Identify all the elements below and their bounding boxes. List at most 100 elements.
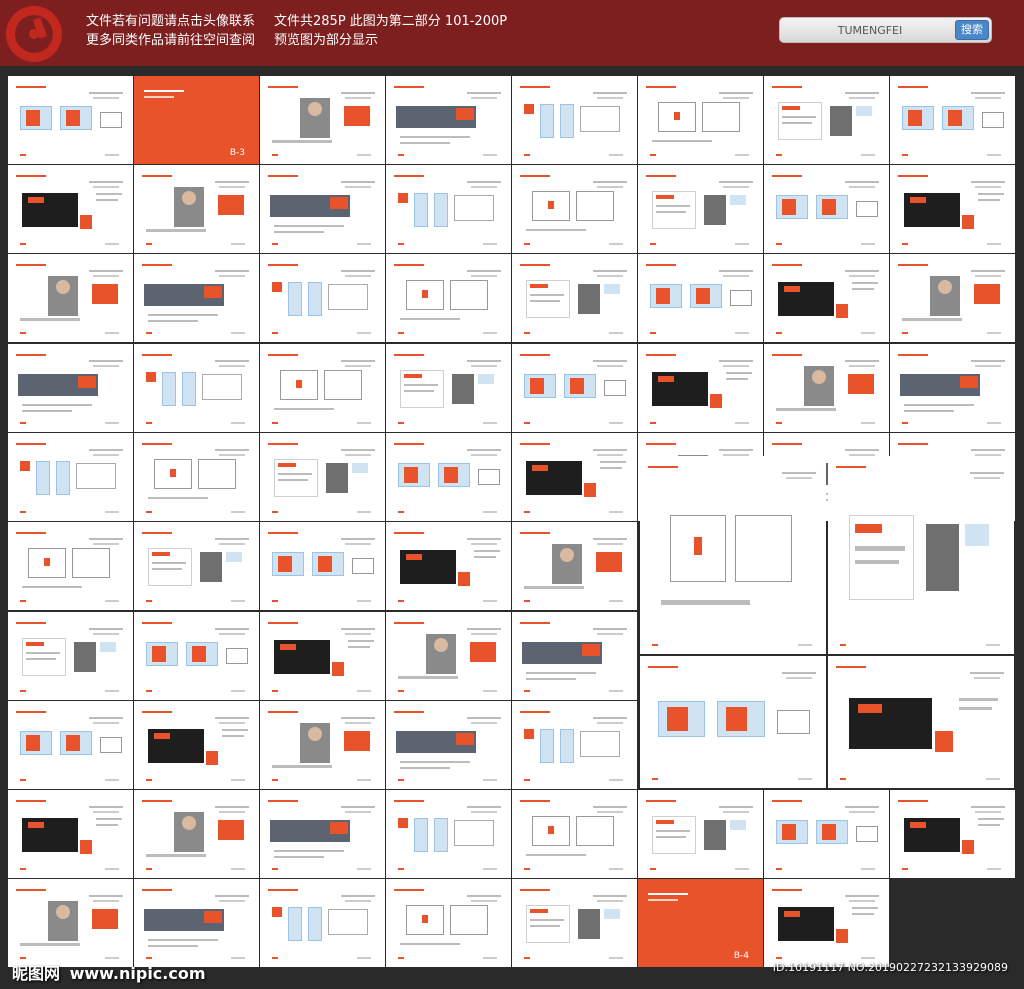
page-number-rule [105, 332, 119, 334]
sheet-thumbnail[interactable] [638, 165, 763, 253]
sheet-thumbnail[interactable] [386, 165, 511, 253]
sheet-thumbnail[interactable] [890, 165, 1015, 253]
mockup-panel [434, 193, 448, 227]
sheet-thumbnail[interactable] [512, 344, 637, 432]
sheet-thumbnail[interactable] [386, 790, 511, 878]
sheet-thumbnail[interactable] [8, 344, 133, 432]
sheet-thumbnail[interactable] [386, 522, 511, 610]
sheet-thumbnail[interactable] [512, 879, 637, 967]
sheet-large[interactable] [828, 456, 1014, 654]
sheet-thumbnail[interactable] [134, 701, 259, 789]
sheet-thumbnail[interactable] [890, 344, 1015, 432]
sheet-thumbnail[interactable] [386, 701, 511, 789]
search-input[interactable] [786, 21, 954, 39]
sheet-thumbnail[interactable] [764, 76, 889, 164]
sheet-thumbnail[interactable] [512, 76, 637, 164]
sheet-thumbnail[interactable] [386, 879, 511, 967]
sheet-thumbnail[interactable] [386, 433, 511, 521]
sheet-thumbnail[interactable] [638, 790, 763, 878]
sheet-thumbnail[interactable] [260, 433, 385, 521]
sheet-large[interactable] [640, 656, 826, 788]
sheet-thumbnail[interactable] [512, 522, 637, 610]
page-header-rule [772, 175, 802, 177]
sheet-thumbnail[interactable] [260, 612, 385, 700]
sheet-thumbnail[interactable] [260, 254, 385, 342]
sheet-thumbnail[interactable] [260, 344, 385, 432]
page-title-rule [215, 360, 249, 362]
text-rule [852, 282, 878, 284]
page-subtitle-rule [219, 543, 245, 545]
page-title-rule [719, 181, 753, 183]
sheet-thumbnail[interactable] [134, 433, 259, 521]
sheet-thumbnail[interactable] [512, 701, 637, 789]
sheet-thumbnail[interactable] [8, 76, 133, 164]
sheet-thumbnail[interactable]: B-3 [134, 76, 259, 164]
sheet-thumbnail[interactable] [890, 790, 1015, 878]
laptop-outline [982, 112, 1004, 128]
sheet-thumbnail[interactable] [260, 165, 385, 253]
text-rule [152, 568, 182, 570]
sheet-thumbnail[interactable] [8, 165, 133, 253]
sheet-thumbnail[interactable] [512, 433, 637, 521]
sheet-thumbnail[interactable] [638, 254, 763, 342]
sheet-thumbnail[interactable] [764, 344, 889, 432]
sheet-thumbnail[interactable] [8, 701, 133, 789]
sheet-thumbnail[interactable] [134, 344, 259, 432]
search-button[interactable]: 搜索 [955, 20, 989, 40]
sheet-thumbnail[interactable] [134, 165, 259, 253]
page-number-rule [231, 422, 245, 424]
mockup-panel [434, 818, 448, 852]
page-number-rule [105, 779, 119, 781]
face-blur [56, 280, 70, 294]
sheet-thumbnail[interactable] [8, 612, 133, 700]
sheet-thumbnail[interactable] [764, 254, 889, 342]
sheet-thumbnail[interactable] [386, 76, 511, 164]
sheet-large[interactable] [640, 456, 826, 654]
sheet-thumbnail[interactable] [890, 76, 1015, 164]
sheet-thumbnail[interactable] [260, 76, 385, 164]
page-title-rule [215, 895, 249, 897]
sheet-thumbnail[interactable] [260, 879, 385, 967]
page-footer-rule [398, 600, 404, 602]
sheet-thumbnail[interactable] [386, 612, 511, 700]
screen-outline [576, 816, 614, 846]
sheet-thumbnail[interactable] [386, 254, 511, 342]
sheet-thumbnail[interactable] [134, 790, 259, 878]
page-title-rule [215, 449, 249, 451]
brand-mark [272, 282, 282, 292]
sheet-thumbnail[interactable] [512, 165, 637, 253]
brand-mark [318, 556, 332, 572]
sheet-thumbnail[interactable] [134, 879, 259, 967]
page-title-rule [341, 806, 375, 808]
sheet-thumbnail[interactable] [512, 790, 637, 878]
sheet-thumbnail[interactable] [260, 790, 385, 878]
sheet-thumbnail[interactable] [260, 522, 385, 610]
avatar-logo-icon[interactable] [6, 6, 62, 62]
sheet-thumbnail[interactable] [764, 790, 889, 878]
sheet-thumbnail[interactable] [8, 790, 133, 878]
sheet-thumbnail[interactable] [260, 701, 385, 789]
sheet-large[interactable] [828, 656, 1014, 788]
sheet-thumbnail[interactable] [8, 522, 133, 610]
sheet-thumbnail[interactable] [512, 612, 637, 700]
sheet-thumbnail[interactable] [8, 433, 133, 521]
page-title-rule [341, 717, 375, 719]
sheet-thumbnail[interactable] [8, 254, 133, 342]
page-subtitle-rule [471, 543, 497, 545]
page-subtitle-rule [345, 97, 371, 99]
page-header-rule [520, 800, 550, 802]
sheet-thumbnail[interactable] [890, 254, 1015, 342]
sheet-thumbnail[interactable] [512, 254, 637, 342]
page-header-rule [16, 86, 46, 88]
sheet-thumbnail[interactable] [386, 344, 511, 432]
sheet-thumbnail[interactable] [134, 522, 259, 610]
sheet-thumbnail[interactable] [764, 165, 889, 253]
sheet-thumbnail[interactable] [638, 76, 763, 164]
sheet-thumbnail[interactable]: B-4 [638, 879, 763, 967]
sheet-thumbnail[interactable] [134, 254, 259, 342]
sheet-thumbnail[interactable] [764, 879, 889, 967]
sheet-thumbnail[interactable] [638, 344, 763, 432]
brand-logo-bar [406, 554, 422, 560]
sheet-thumbnail[interactable] [8, 879, 133, 967]
sheet-thumbnail[interactable] [134, 612, 259, 700]
